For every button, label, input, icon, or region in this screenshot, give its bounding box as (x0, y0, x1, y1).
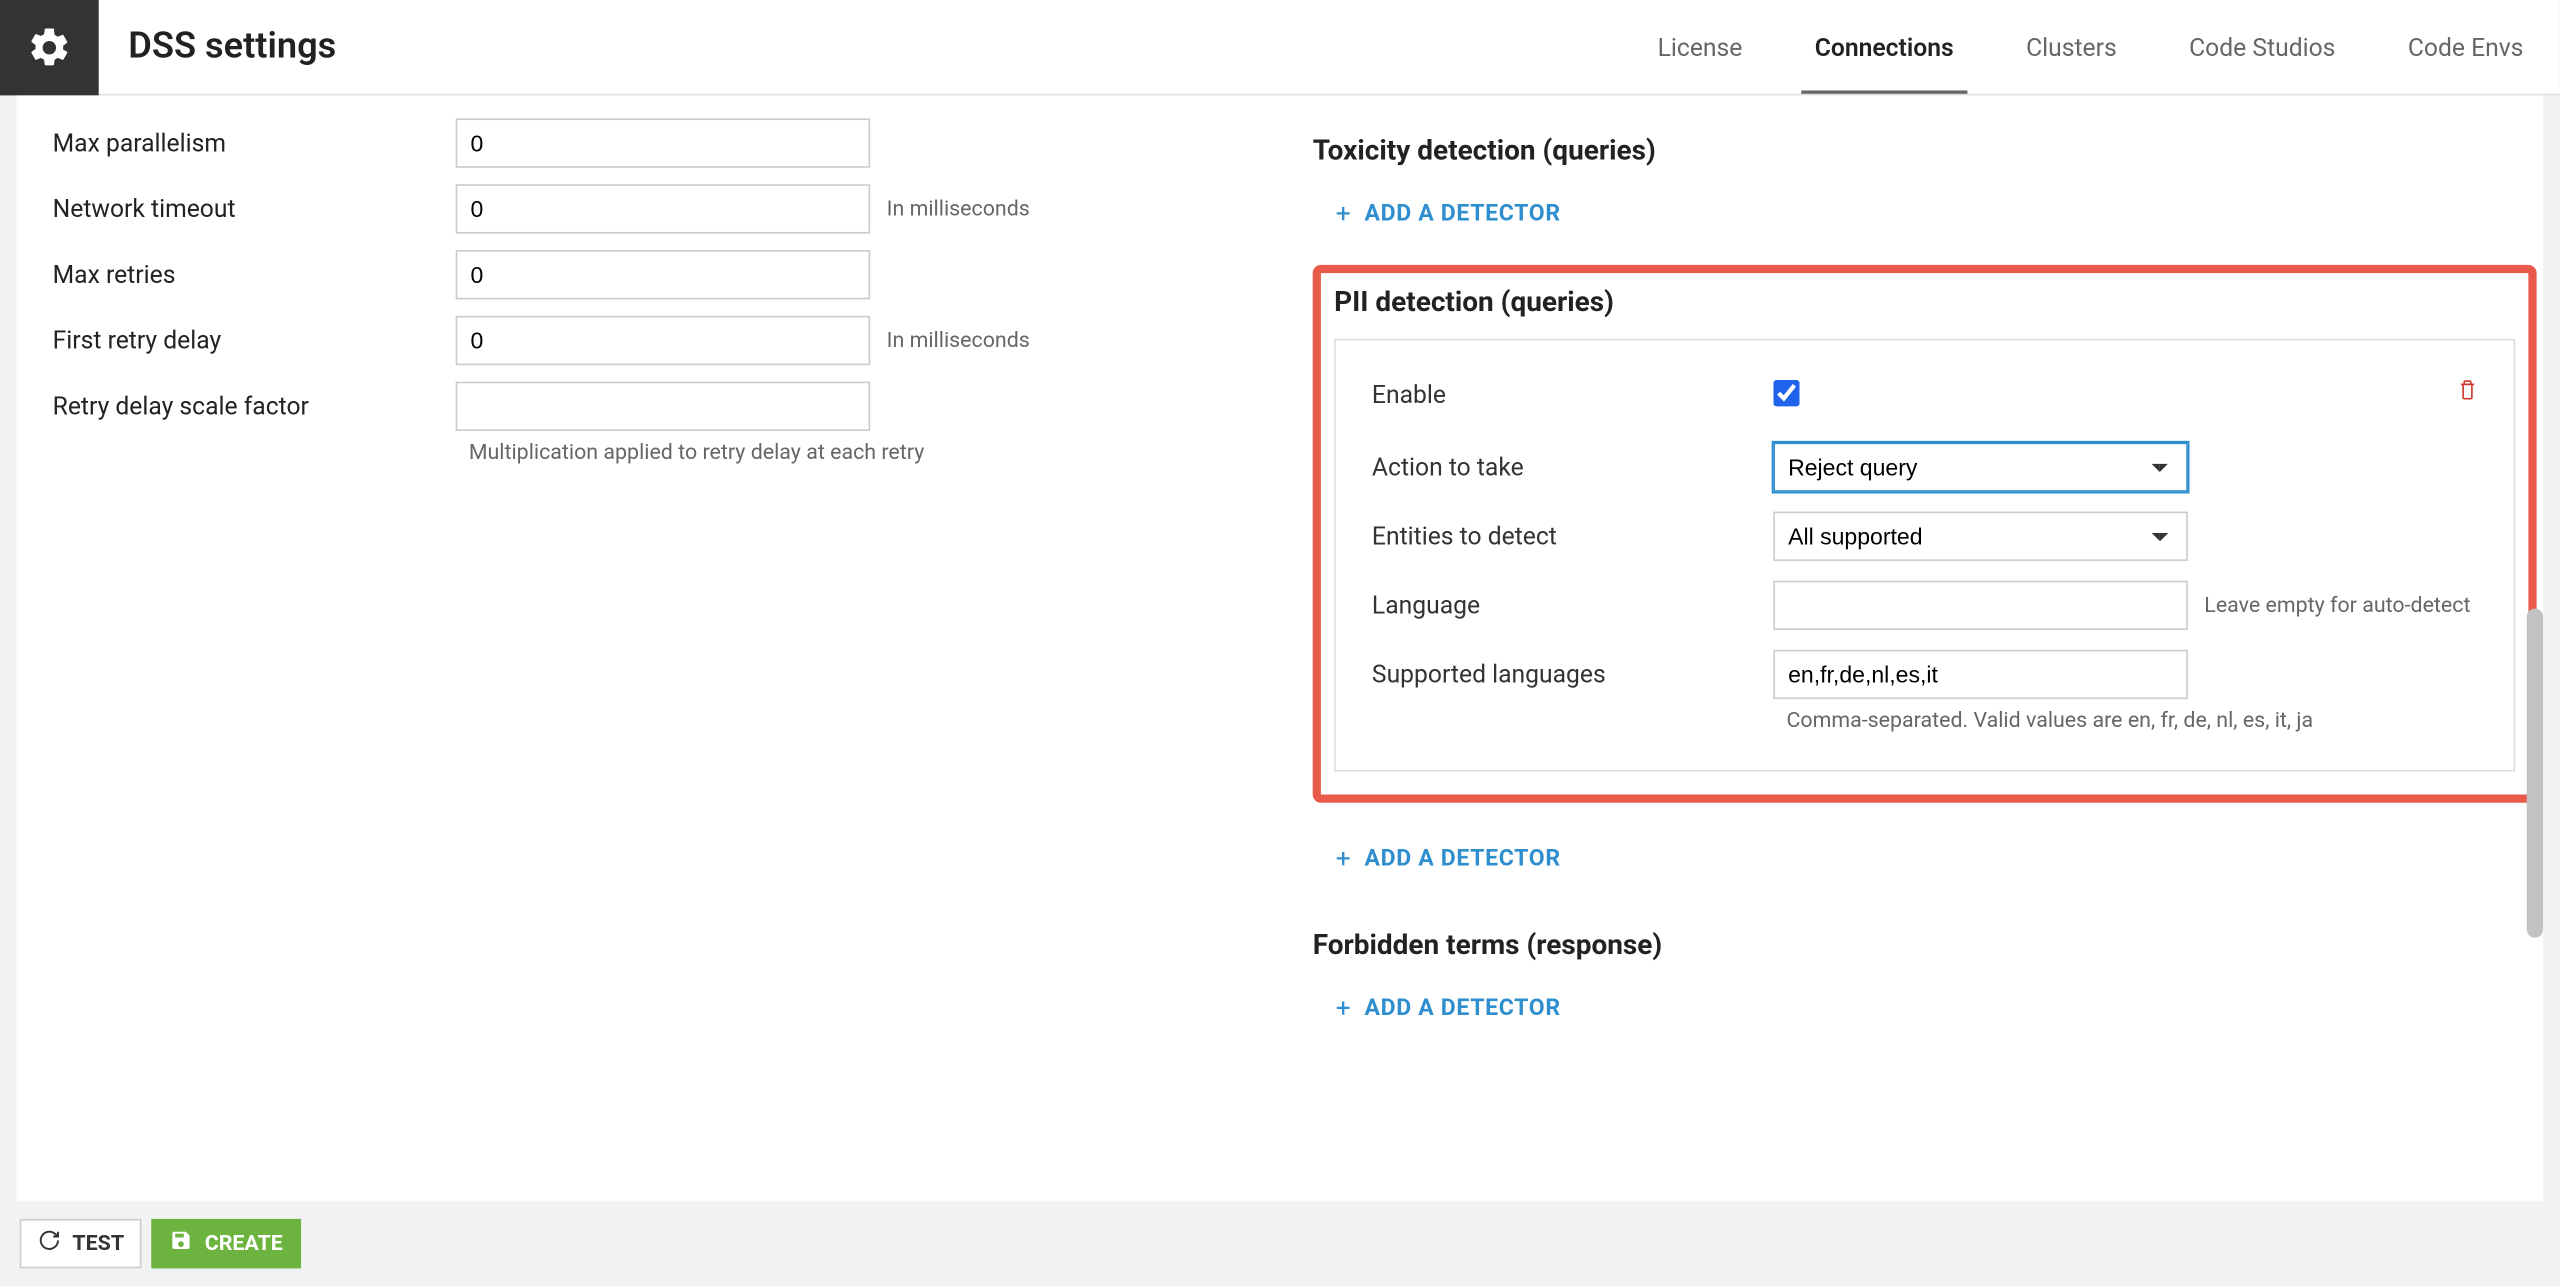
add-detector-pii[interactable]: + ADD A DETECTOR (1336, 832, 1561, 883)
tab-connections[interactable]: Connections (1779, 0, 1990, 94)
input-pii-language[interactable] (1773, 581, 2188, 630)
scrollbar[interactable] (2527, 609, 2543, 938)
label-network-timeout: Network timeout (53, 194, 456, 224)
label-first-retry-delay: First retry delay (53, 326, 456, 356)
plus-icon: + (1336, 842, 1352, 873)
right-column: Toxicity detection (queries) + ADD A DET… (1313, 118, 2537, 1033)
label-pii-entities: Entities to detect (1372, 521, 1773, 551)
label-pii-supported: Supported languages (1372, 660, 1773, 690)
topbar: DSS settings License Connections Cluster… (0, 0, 2560, 95)
label-pii-language: Language (1372, 591, 1773, 621)
input-pii-supported[interactable] (1773, 650, 2188, 699)
tab-clusters[interactable]: Clusters (1990, 0, 2153, 94)
label-retry-delay-scale: Retry delay scale factor (53, 392, 456, 422)
add-detector-label: ADD A DETECTOR (1365, 200, 1561, 226)
input-first-retry-delay[interactable] (456, 316, 871, 365)
save-icon (170, 1229, 193, 1259)
pii-highlight-box: PII detection (queries) Enable Action to… (1313, 265, 2537, 803)
help-retry-delay-scale: Multiplication applied to retry delay at… (469, 441, 1270, 466)
test-label: TEST (72, 1231, 124, 1256)
label-max-retries: Max retries (53, 260, 456, 290)
hint-first-retry-delay: In milliseconds (887, 328, 1030, 353)
tabs: License Connections Clusters Code Studio… (1621, 0, 2559, 94)
hint-network-timeout: In milliseconds (887, 197, 1030, 222)
add-detector-forbidden[interactable]: + ADD A DETECTOR (1336, 982, 1561, 1033)
input-max-parallelism[interactable] (456, 118, 871, 167)
add-detector-label: ADD A DETECTOR (1365, 845, 1561, 871)
section-forbidden-title: Forbidden terms (response) (1313, 929, 2537, 962)
select-pii-action[interactable]: Reject query (1773, 443, 2188, 492)
help-pii-supported: Comma-separated. Valid values are en, fr… (1786, 709, 2477, 734)
create-button[interactable]: CREATE (152, 1219, 301, 1268)
label-max-parallelism: Max parallelism (53, 128, 456, 158)
input-network-timeout[interactable] (456, 184, 871, 233)
input-retry-delay-scale[interactable] (456, 382, 871, 431)
label-pii-action: Action to take (1372, 452, 1773, 482)
tab-code-studios[interactable]: Code Studios (2153, 0, 2372, 94)
add-detector-label: ADD A DETECTOR (1365, 994, 1561, 1020)
bottombar: TEST CREATE (0, 1201, 2560, 1286)
checkbox-pii-enable[interactable] (1773, 380, 1799, 406)
label-pii-enable: Enable (1372, 380, 1773, 410)
refresh-icon (38, 1229, 61, 1259)
pii-detector-card: Enable Action to take Reject query Entit… (1334, 339, 2515, 772)
plus-icon: + (1336, 992, 1352, 1023)
hint-pii-language: Leave empty for auto-detect (2204, 593, 2470, 618)
section-pii-title: PII detection (queries) (1334, 286, 2515, 319)
select-pii-entities[interactable]: All supported (1773, 512, 2188, 561)
test-button[interactable]: TEST (20, 1219, 142, 1268)
page-title: DSS settings (128, 26, 336, 67)
input-max-retries[interactable] (456, 250, 871, 299)
tab-license[interactable]: License (1621, 0, 1778, 94)
create-label: CREATE (205, 1231, 283, 1256)
tab-code-envs[interactable]: Code Envs (2372, 0, 2560, 94)
left-column: Max parallelism Network timeout In milli… (53, 118, 1270, 465)
add-detector-toxicity[interactable]: + ADD A DETECTOR (1336, 188, 1561, 239)
delete-detector-button[interactable] (2454, 377, 2480, 410)
section-toxicity-title: Toxicity detection (queries) (1313, 135, 2537, 168)
gear-icon[interactable] (0, 0, 99, 95)
plus-icon: + (1336, 197, 1352, 228)
content-area: Max parallelism Network timeout In milli… (16, 95, 2543, 1200)
